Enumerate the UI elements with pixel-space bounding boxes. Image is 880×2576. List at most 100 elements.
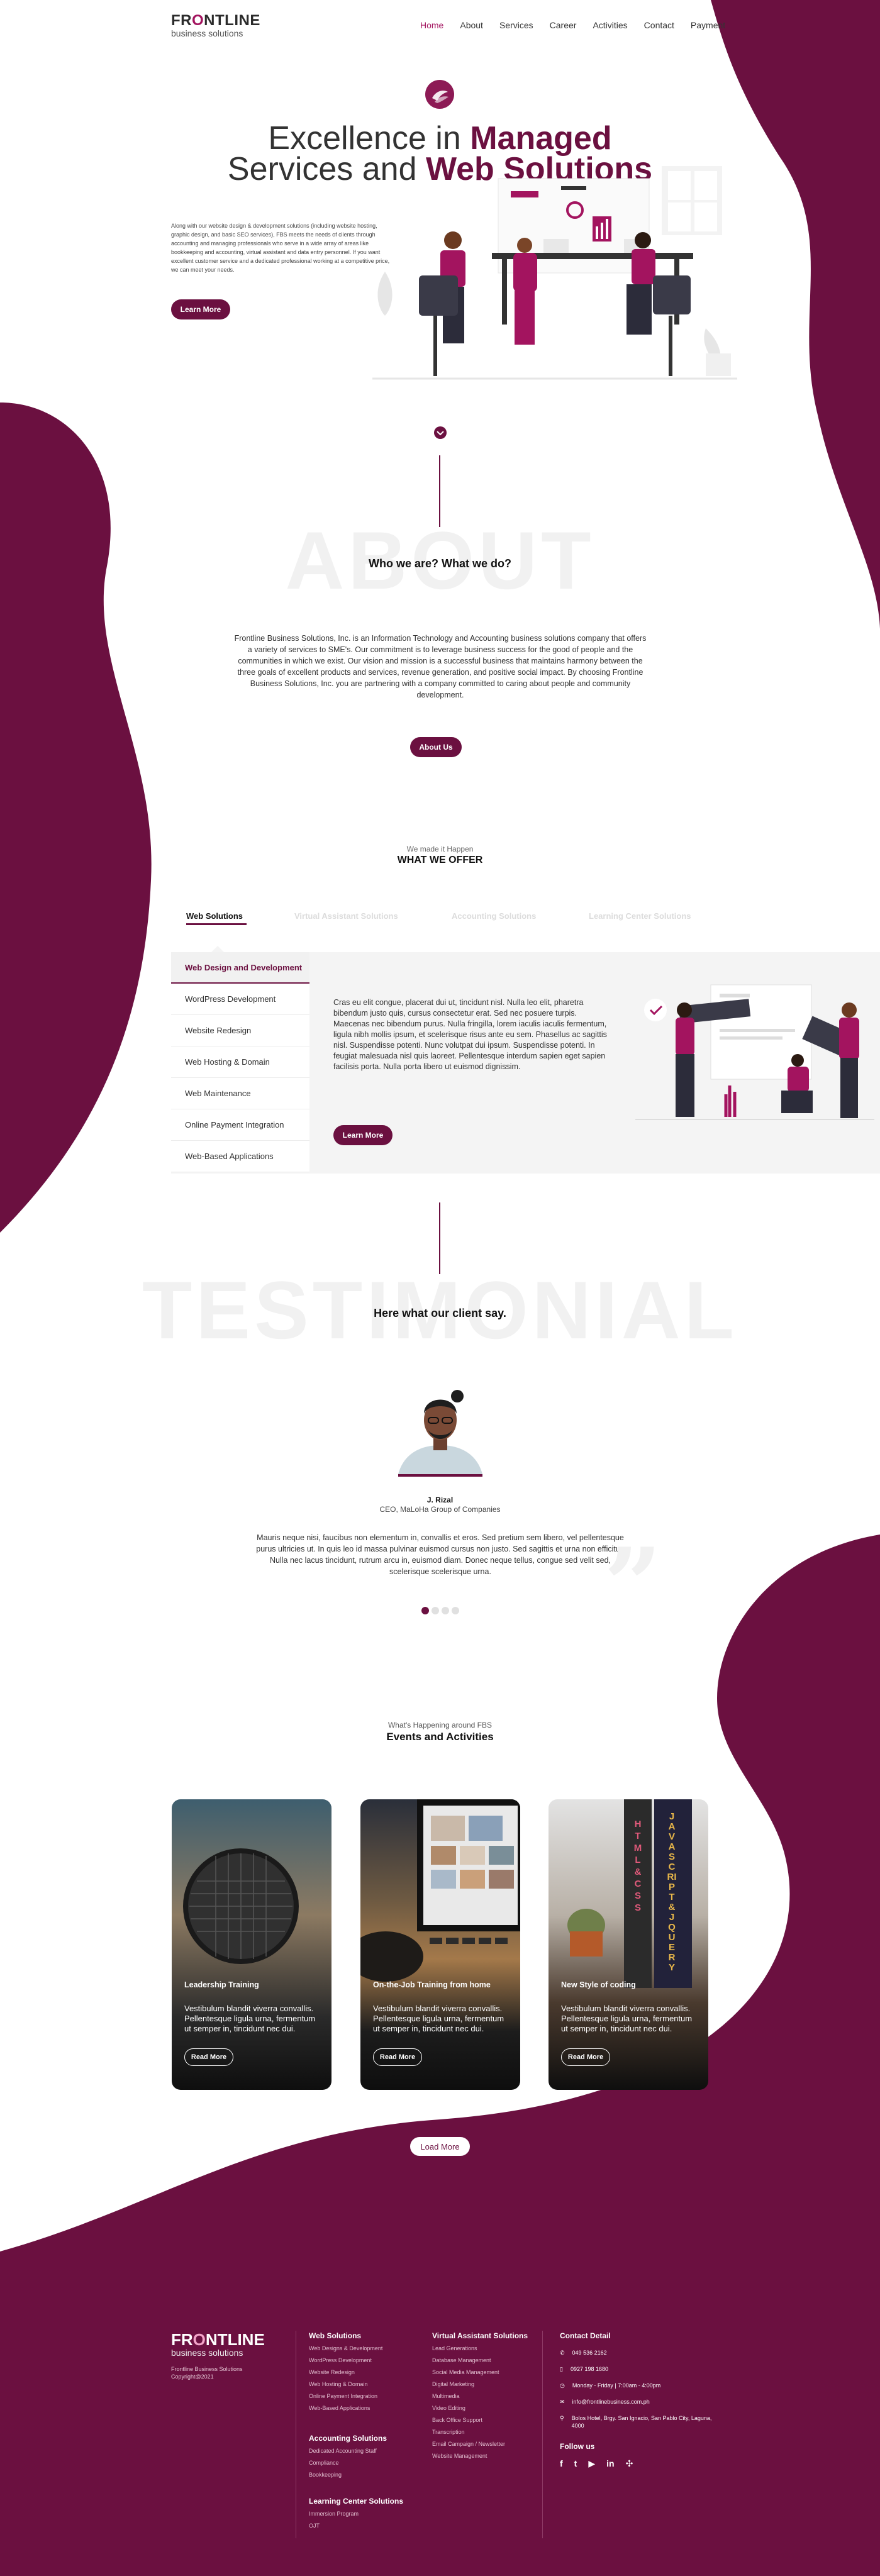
- testimonial-heading: Here what our client say.: [374, 1307, 506, 1319]
- web-development-illustration: [635, 984, 874, 1120]
- footer-va-solutions: Virtual Assistant Solutions Lead Generat…: [432, 2331, 528, 2462]
- menu-wordpress[interactable]: WordPress Development: [171, 984, 309, 1015]
- read-more-button[interactable]: Read More: [373, 2048, 422, 2066]
- read-more-button[interactable]: Read More: [561, 2048, 610, 2066]
- menu-maintenance[interactable]: Web Maintenance: [171, 1078, 309, 1109]
- nav-payment[interactable]: Payment: [691, 20, 725, 30]
- footer-link[interactable]: Web Designs & Development: [309, 2343, 382, 2355]
- event-card-3[interactable]: HTML&CSS JAVASCRIPT&JQUERY New Style of …: [549, 1799, 708, 2090]
- footer-link[interactable]: Compliance: [309, 2457, 387, 2469]
- footer-link[interactable]: Online Payment Integration: [309, 2390, 382, 2402]
- twitter-icon[interactable]: t: [574, 2458, 577, 2469]
- phone-icon: ✆: [560, 2350, 565, 2356]
- footer-link[interactable]: Digital Marketing: [432, 2379, 528, 2390]
- event-card-text: Vestibulum blandit viverra convallis. Pe…: [373, 2004, 504, 2033]
- scroll-down-icon[interactable]: [433, 426, 447, 440]
- logo[interactable]: FRONTLINE business solutions: [171, 13, 260, 38]
- event-card-title: New Style of coding: [561, 1980, 636, 1989]
- hero-learn-more-button[interactable]: Learn More: [171, 299, 230, 319]
- offer-menu: Web Design and Development WordPress Dev…: [171, 952, 309, 1172]
- footer-link[interactable]: Multimedia: [432, 2390, 528, 2402]
- location-icon: ⚲: [560, 2415, 564, 2421]
- video-call-photo: [360, 1799, 520, 1982]
- footer-link[interactable]: Website Redesign: [309, 2367, 382, 2379]
- nav-about[interactable]: About: [460, 20, 483, 30]
- client-role: CEO, MaLoHa Group of Companies: [379, 1505, 501, 1514]
- event-card-text: Vestibulum blandit viverra convallis. Pe…: [561, 2004, 693, 2033]
- logo-text-end: NTLINE: [204, 12, 260, 29]
- footer-accounting-solutions: Accounting Solutions Dedicated Accountin…: [309, 2434, 387, 2481]
- footer-link[interactable]: Email Campaign / Newsletter: [432, 2438, 528, 2450]
- event-card-title: Leadership Training: [184, 1980, 259, 1989]
- tab-virtual-assistant[interactable]: Virtual Assistant Solutions: [294, 911, 452, 921]
- testimonial-pagination: [421, 1606, 462, 1618]
- linkedin-icon[interactable]: in: [606, 2458, 614, 2469]
- contact-phone[interactable]: 049 536 2162: [572, 2349, 607, 2357]
- hero-description: Along with our website design & developm…: [171, 223, 390, 273]
- pagination-dot-4[interactable]: [452, 1607, 459, 1614]
- footer-link[interactable]: Database Management: [432, 2355, 528, 2367]
- mobile-icon: ▯: [560, 2366, 563, 2372]
- quote-mark-icon: ”: [604, 1526, 662, 1644]
- menu-web-apps[interactable]: Web-Based Applications: [171, 1141, 309, 1172]
- nav-career[interactable]: Career: [550, 20, 577, 30]
- youtube-icon[interactable]: ▶: [588, 2458, 595, 2469]
- menu-hosting[interactable]: Web Hosting & Domain: [171, 1046, 309, 1078]
- logo-o: O: [192, 12, 204, 29]
- offer-kicker: We made it Happen: [406, 845, 474, 853]
- event-card-text: Vestibulum blandit viverra convallis. Pe…: [184, 2004, 316, 2033]
- contact-email[interactable]: info@frontlinebusiness.com.ph: [572, 2398, 650, 2406]
- footer-divider-2: [542, 2331, 543, 2538]
- tab-learning-center[interactable]: Learning Center Solutions: [589, 911, 715, 921]
- nav-home[interactable]: Home: [420, 20, 443, 30]
- pagination-dot-3[interactable]: [442, 1607, 449, 1614]
- testimonial-quote: Mauris neque nisi, faucibus non elementu…: [256, 1533, 625, 1576]
- pagination-dot-2[interactable]: [432, 1607, 439, 1614]
- offer-body: Cras eu elit congue, placerat dui ut, ti…: [333, 998, 607, 1071]
- footer-link[interactable]: Video Editing: [432, 2402, 528, 2414]
- footer-logo-text: FR: [171, 2330, 193, 2349]
- footer-link[interactable]: Social Media Management: [432, 2367, 528, 2379]
- footer-link[interactable]: Dedicated Accounting Staff: [309, 2445, 387, 2457]
- footer-link[interactable]: Web-Based Applications: [309, 2402, 382, 2414]
- footer-logo-text-end: NTLINE: [205, 2330, 265, 2349]
- footer-link[interactable]: Web Hosting & Domain: [309, 2379, 382, 2390]
- footer-link[interactable]: Transcription: [432, 2426, 528, 2438]
- menu-redesign[interactable]: Website Redesign: [171, 1015, 309, 1046]
- footer-contact: Contact Detail ✆ 049 536 2162 ▯ 0927 198 1…: [560, 2331, 723, 2469]
- footer-logo[interactable]: FRONTLINE business solutions: [171, 2331, 265, 2357]
- footer-link[interactable]: Lead Generations: [432, 2343, 528, 2355]
- tab-web-solutions[interactable]: Web Solutions: [186, 911, 294, 921]
- load-more-button[interactable]: Load More: [409, 2136, 471, 2157]
- microphone-photo: [183, 1848, 299, 1964]
- menu-web-design[interactable]: Web Design and Development: [171, 952, 309, 984]
- nav-services[interactable]: Services: [499, 20, 533, 30]
- event-card-2[interactable]: On-the-Job Training from home Vestibulum…: [360, 1799, 520, 2090]
- footer-logo-o: O: [192, 2330, 206, 2349]
- contact-mobile[interactable]: 0927 198 1680: [571, 2365, 608, 2373]
- pagination-dot-1[interactable]: [421, 1607, 429, 1614]
- footer-learning-center: Learning Center Solutions Immersion Prog…: [309, 2497, 403, 2532]
- facebook-icon[interactable]: f: [560, 2458, 563, 2469]
- footer-link[interactable]: Back Office Support: [432, 2414, 528, 2426]
- main-nav: Home About Services Career Activities Co…: [420, 20, 725, 30]
- nav-contact[interactable]: Contact: [644, 20, 674, 30]
- book-spine-html: HTML&CSS: [633, 1819, 642, 1913]
- footer-link[interactable]: Bookkeeping: [309, 2469, 387, 2481]
- event-card-1[interactable]: Leadership Training Vestibulum blandit v…: [172, 1799, 331, 2090]
- footer-heading: Contact Detail: [560, 2331, 611, 2340]
- footer-link[interactable]: Immersion Program: [309, 2508, 403, 2520]
- tab-accounting[interactable]: Accounting Solutions: [452, 911, 589, 921]
- menu-payment-integration[interactable]: Online Payment Integration: [171, 1109, 309, 1141]
- events-kicker: What's Happening around FBS: [387, 1721, 493, 1729]
- about-us-button[interactable]: About Us: [410, 737, 462, 757]
- tab-pointer: [211, 946, 224, 952]
- yelp-icon[interactable]: ✣: [626, 2458, 633, 2469]
- footer-link[interactable]: Website Management: [432, 2450, 528, 2462]
- offer-learn-more-button[interactable]: Learn More: [333, 1125, 393, 1145]
- nav-activities[interactable]: Activities: [593, 20, 627, 30]
- clock-icon: ◷: [560, 2382, 565, 2389]
- read-more-button[interactable]: Read More: [184, 2048, 233, 2066]
- footer-link[interactable]: OJT: [309, 2520, 403, 2532]
- footer-link[interactable]: WordPress Development: [309, 2355, 382, 2367]
